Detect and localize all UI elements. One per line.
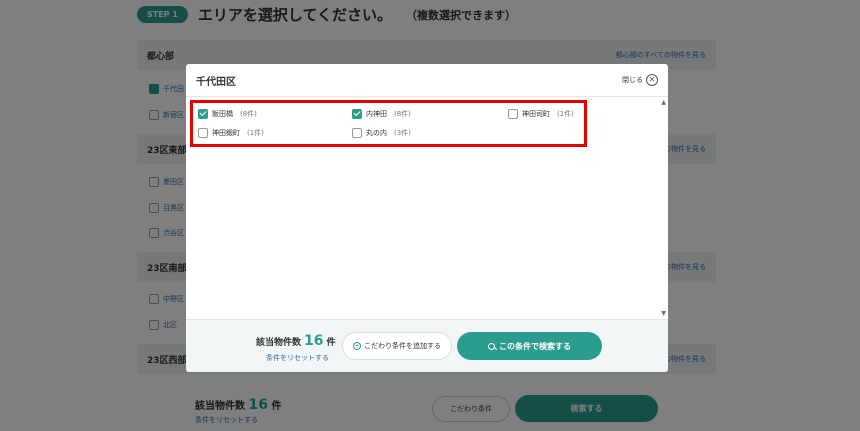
checkbox[interactable] — [352, 128, 362, 138]
highlight-box — [190, 100, 587, 147]
modal-header: 千代田区 閉じる ✕ — [186, 64, 668, 97]
option-uchikanda[interactable]: 内神田 (8件) — [352, 109, 411, 119]
option-kanda-kajicho[interactable]: 神田鍛町 (1件) — [198, 128, 264, 138]
search-button[interactable]: この条件で検索する — [457, 332, 602, 360]
checkbox[interactable] — [198, 109, 208, 119]
modal-title: 千代田区 — [196, 76, 236, 88]
checkbox[interactable] — [198, 128, 208, 138]
scroll-down-icon[interactable]: ▼ — [661, 310, 666, 317]
close-label: 閉じる — [622, 76, 643, 84]
area-modal: 千代田区 閉じる ✕ ▲ ▼ 飯田橋 (8件) 内神田 (8件) 神田司町 (1件) … — [186, 64, 668, 372]
result-count: 該当物件数 16 件 — [256, 333, 336, 349]
option-kanda-tsukasamachi[interactable]: 神田司町 (1件) — [508, 109, 574, 119]
search-icon — [488, 342, 495, 350]
result-count-number: 16 — [304, 333, 324, 349]
option-marunouchi[interactable]: 丸の内 (3件) — [352, 128, 411, 138]
reset-link[interactable]: 条件をリセットする — [266, 353, 329, 363]
scroll-up-icon[interactable]: ▲ — [661, 99, 666, 106]
option-iidabashi[interactable]: 飯田橋 (8件) — [198, 109, 257, 119]
checkbox[interactable] — [352, 109, 362, 119]
checkbox[interactable] — [508, 109, 518, 119]
add-condition-button[interactable]: + こだわり条件を追加する — [342, 332, 452, 360]
close-button[interactable]: 閉じる ✕ — [622, 74, 658, 86]
modal-footer: 該当物件数 16 件 条件をリセットする + こだわり条件を追加する この条件で… — [186, 319, 668, 372]
plus-icon: + — [353, 342, 361, 350]
modal-body[interactable]: ▲ ▼ 飯田橋 (8件) 内神田 (8件) 神田司町 (1件) 神田鍛町 (1件) 丸の… — [186, 97, 668, 319]
close-icon: ✕ — [646, 74, 658, 86]
